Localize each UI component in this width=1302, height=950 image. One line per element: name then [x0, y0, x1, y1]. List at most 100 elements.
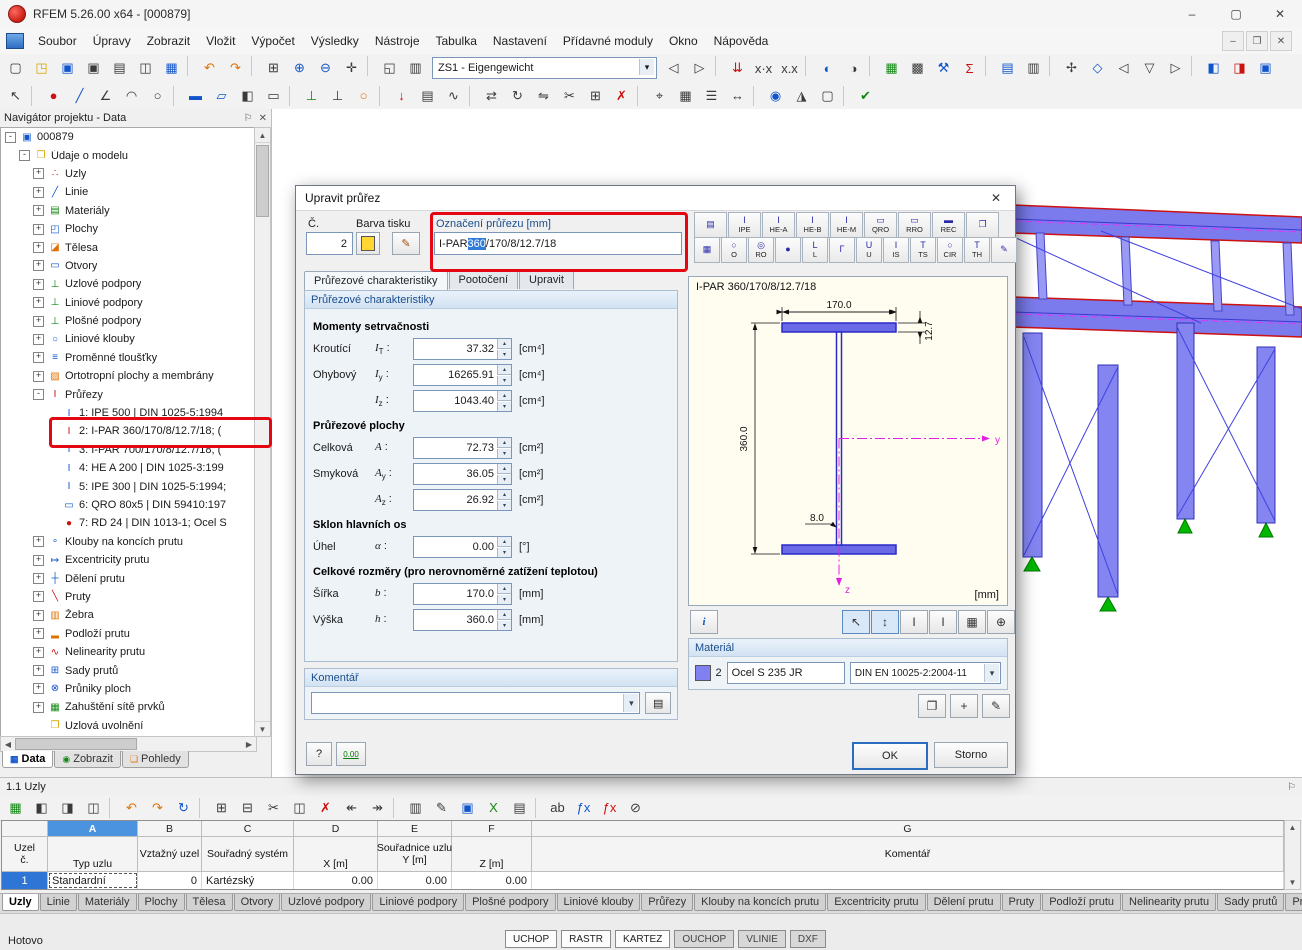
tree-item[interactable]: + ⊞ Sady prutů — [1, 661, 256, 679]
column-letter[interactable]: F — [452, 821, 532, 837]
picture-icon[interactable]: ▣ — [455, 796, 480, 820]
section-l2-button[interactable]: Γ — [829, 237, 855, 263]
tree-expander-icon[interactable]: + — [33, 683, 44, 695]
render-mode-icon[interactable]: ◐ — [815, 56, 840, 80]
tree-expander-icon[interactable]: - — [5, 131, 16, 143]
snap-icon[interactable]: ⌖ — [647, 84, 672, 108]
tree-item[interactable]: + ↦ Excentricity prutu — [1, 551, 256, 569]
mdi-close-button[interactable]: ✕ — [1270, 31, 1292, 51]
table-tab[interactable]: Liniové podpory — [372, 894, 465, 911]
dialog-tab[interactable]: Průřezové charakteristiky — [304, 271, 448, 290]
navigator-toggle-icon[interactable]: ◧ — [1201, 56, 1226, 80]
report-icon[interactable]: ▥ — [1021, 56, 1046, 80]
table-tab[interactable]: Plochy — [137, 894, 185, 911]
show-loads-icon[interactable]: ⇊ — [725, 56, 750, 80]
navigator-tab[interactable]: ◉ Zobrazit — [54, 751, 121, 768]
generate-icon[interactable]: ✔ — [853, 84, 878, 108]
tree-expander-icon[interactable]: + — [33, 665, 44, 677]
tree-expander-icon[interactable]: + — [33, 352, 44, 364]
clipping-icon[interactable]: ◮ — [789, 84, 814, 108]
section-u-button[interactable]: U U — [856, 237, 882, 263]
table-tab[interactable]: Uzly — [2, 894, 39, 911]
table-bottom-icon[interactable]: ◨ — [55, 796, 80, 820]
delete-icon[interactable]: ✗ — [313, 796, 338, 820]
section-th-button[interactable]: T TH — [964, 237, 990, 263]
table-tab[interactable]: Plošné podpory — [465, 894, 556, 911]
z-cell[interactable]: 0.00 — [452, 872, 532, 889]
tree-expander-icon[interactable]: + — [33, 315, 44, 327]
section-cir-button[interactable]: ○ CIR — [937, 237, 963, 263]
new-file-icon[interactable]: ▢ — [3, 56, 28, 80]
value-spinner[interactable]: 16265.91 — [413, 364, 512, 386]
y-cell[interactable]: 0.00 — [378, 872, 452, 889]
tree-item[interactable]: + ▭ Otvory — [1, 257, 256, 275]
separator[interactable] — [1191, 56, 1198, 76]
lock-icon[interactable]: ⊘ — [623, 796, 648, 820]
tree-item[interactable]: I 2: I-PAR 360/170/8/12.7/18; ( — [1, 422, 256, 440]
section-ipe-button[interactable]: I IPE — [728, 212, 761, 238]
gallery-icon[interactable]: ▦ — [159, 56, 184, 80]
menu-item[interactable]: Přídavné moduly — [555, 30, 661, 52]
pin-icon[interactable]: ⚐ — [1287, 782, 1296, 793]
results-icon[interactable]: Σ — [957, 56, 982, 80]
tree-expander-icon[interactable]: + — [33, 242, 44, 254]
separator[interactable] — [715, 56, 722, 76]
preview-pointer-icon[interactable]: ↖ — [842, 610, 870, 634]
separator[interactable] — [843, 85, 850, 106]
separator[interactable] — [637, 85, 644, 106]
isometric-view-icon[interactable]: ◇ — [1085, 56, 1110, 80]
table-tab[interactable]: Pruty — [1001, 894, 1042, 911]
table-tab[interactable]: Průniky — [1285, 894, 1302, 911]
section-ro-button[interactable]: ◎ RO — [748, 237, 774, 263]
tree-expander-icon[interactable]: + — [33, 205, 44, 217]
section-edit-button[interactable]: ✎ — [991, 237, 1017, 263]
tree-expander-icon[interactable]: + — [33, 186, 44, 198]
coord-system-cell[interactable]: Kartézský — [202, 872, 294, 889]
preview-outline-icon[interactable]: I — [929, 610, 957, 634]
full-view-icon[interactable]: ◱ — [377, 56, 402, 80]
menu-item[interactable]: Okno — [661, 30, 706, 52]
menu-item[interactable]: Zobrazit — [139, 30, 198, 52]
delete-icon[interactable]: ✗ — [609, 84, 634, 108]
tree-item[interactable]: + ◪ Tělesa — [1, 238, 256, 256]
export-excel-icon[interactable]: X — [481, 796, 506, 820]
edit-color-button[interactable]: ✎ — [392, 232, 420, 255]
tree-item[interactable]: + ⊥ Liniové podpory — [1, 294, 256, 312]
dimension-icon[interactable]: ↔ — [725, 84, 750, 108]
section-name-field[interactable]: I-PAR 360/170/8/12.7/18 — [434, 232, 682, 255]
table-tab[interactable]: Podloží prutu — [1042, 894, 1122, 911]
numbering-sup-icon[interactable]: x·x — [751, 56, 776, 80]
column-letter[interactable]: B — [138, 821, 202, 837]
tree-item[interactable]: + ▤ Materiály — [1, 202, 256, 220]
load-icon[interactable]: ↓ — [389, 84, 414, 108]
tree-item[interactable]: + ▦ Zahuštění sítě prvků — [1, 698, 256, 716]
separator[interactable] — [109, 797, 116, 818]
column-letter[interactable] — [2, 821, 48, 837]
tree-expander-icon[interactable]: + — [33, 536, 44, 548]
view-x-icon[interactable]: ◁ — [1111, 56, 1136, 80]
tree-item[interactable]: + ○ Liniové klouby — [1, 330, 256, 348]
row-number-cell[interactable]: 1 — [2, 872, 48, 889]
tree-expander-icon[interactable]: - — [33, 389, 44, 401]
value-spinner[interactable]: 36.05 — [413, 463, 512, 485]
guidelines-icon[interactable]: ☰ — [699, 84, 724, 108]
separator[interactable] — [1049, 56, 1056, 76]
mdi-restore-button[interactable]: ❐ — [1246, 31, 1268, 51]
tree-expander-icon[interactable]: + — [33, 573, 44, 585]
x-cell[interactable]: 0.00 — [294, 872, 378, 889]
tree-item[interactable]: + ⊗ Průniky ploch — [1, 680, 256, 698]
connect-icon[interactable]: ⊞ — [583, 84, 608, 108]
table-view-icon[interactable]: ▥ — [403, 56, 428, 80]
node-type-cell[interactable]: Standardní — [48, 872, 138, 889]
abc-icon[interactable]: ab — [545, 796, 570, 820]
row-start-icon[interactable]: ↞ — [339, 796, 364, 820]
section-rec-button[interactable]: ▬ REC — [932, 212, 965, 238]
circle-icon[interactable]: ○ — [145, 84, 170, 108]
info-button[interactable]: i — [690, 610, 718, 634]
load-case-icon[interactable]: ▤ — [415, 84, 440, 108]
table-tab[interactable]: Materiály — [77, 894, 137, 911]
value-spinner[interactable]: 72.73 — [413, 437, 512, 459]
view-mode-icon[interactable]: ▥ — [403, 796, 428, 820]
numbering-inf-icon[interactable]: x.x — [777, 56, 802, 80]
tree-item[interactable]: + ▨ Ortotropní plochy a membrány — [1, 367, 256, 385]
